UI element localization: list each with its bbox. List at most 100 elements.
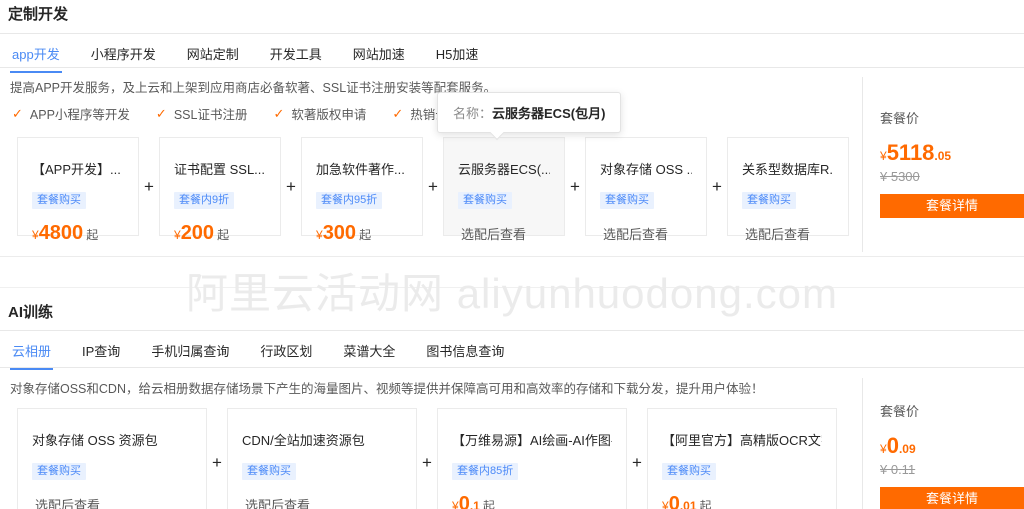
- product-card-ai-painting[interactable]: 【万维易源】AI绘画-AI作图-... 套餐内85折 ¥0.1 起: [437, 408, 627, 509]
- price-decimals: .1: [469, 499, 480, 509]
- product-card-oss[interactable]: 对象存储 OSS ... 套餐购买 选配后查看: [585, 137, 707, 242]
- tab-cloud-album[interactable]: 云相册: [10, 331, 54, 370]
- currency-symbol: ¥: [880, 149, 887, 163]
- card-price: 选配后查看: [600, 222, 692, 245]
- price-label: 套餐价: [880, 404, 920, 419]
- currency-symbol: ¥: [662, 499, 669, 509]
- card-price: ¥300 起: [316, 222, 408, 245]
- price-amount: 0: [886, 433, 899, 458]
- card-price: 选配后查看: [242, 493, 402, 509]
- product-card-oss-bundle[interactable]: 对象存储 OSS 资源包 套餐购买 选配后查看: [17, 408, 207, 509]
- price-amount: 0: [668, 493, 680, 509]
- divider: [0, 367, 1024, 368]
- card-title: 云服务器ECS(...: [458, 162, 550, 177]
- price-suffix: 起: [86, 228, 99, 243]
- plus-icon: +: [422, 453, 432, 472]
- product-card-ssl-cert[interactable]: 证书配置 SSL... 套餐内9折 ¥200 起: [159, 137, 281, 244]
- promo-badge: 套餐内9折: [174, 192, 235, 210]
- price-decimals: .01: [679, 499, 697, 509]
- price-suffix: 起: [359, 228, 372, 243]
- product-card-ecs[interactable]: 云服务器ECS(... 套餐购买 选配后查看: [443, 137, 565, 242]
- card-note: 选配后查看: [461, 227, 527, 243]
- section-title-custom-dev: 定制开发: [8, 6, 69, 23]
- card-title: 对象存储 OSS ...: [600, 162, 692, 177]
- card-price: ¥200 起: [174, 222, 266, 245]
- plus-icon: +: [144, 176, 154, 196]
- check-icon: ✓: [273, 105, 285, 121]
- promo-badge: 套餐购买: [242, 463, 296, 481]
- card-title: 证书配置 SSL...: [174, 162, 266, 177]
- card-title: 对象存储 OSS 资源包: [32, 433, 158, 448]
- feature-label: SSL证书注册: [173, 108, 248, 122]
- price-label: 套餐价: [880, 111, 920, 126]
- tooltip-label: 名称：: [453, 106, 493, 121]
- promo-badge: 套餐购买: [32, 192, 86, 210]
- tab-recipes[interactable]: 菜谱大全: [341, 331, 397, 370]
- check-icon: ✓: [12, 105, 23, 121]
- price-suffix: 起: [217, 228, 230, 243]
- plus-icon: +: [570, 176, 580, 196]
- plus-icon: +: [632, 453, 642, 472]
- card-price: 选配后查看: [32, 493, 192, 509]
- currency-symbol: ¥: [880, 442, 887, 456]
- divider: [862, 378, 863, 509]
- price-suffix: 起: [699, 499, 712, 509]
- card-title: 【万维易源】AI绘画-AI作图-...: [452, 433, 612, 448]
- divider: [0, 287, 1024, 288]
- price-panel-custom-dev: 套餐价 ¥5118.05 ¥ 5300 套餐详情: [880, 108, 1024, 218]
- product-card-cdn-bundle[interactable]: CDN/全站加速资源包 套餐购买 选配后查看: [227, 408, 417, 509]
- card-title: 加急软件著作...: [316, 162, 405, 177]
- currency-symbol: ¥: [174, 228, 181, 243]
- plus-icon: +: [286, 176, 296, 196]
- plus-icon: +: [212, 453, 222, 472]
- currency-symbol: ¥: [316, 228, 323, 243]
- original-price: ¥ 5300: [880, 169, 920, 184]
- currency-symbol: ¥: [32, 228, 39, 243]
- check-icon: ✓: [155, 105, 167, 121]
- tab-bar-ai-training: 云相册 IP查询 手机归属查询 行政区划 菜谱大全 图书信息查询: [10, 331, 506, 370]
- plus-icon: +: [428, 176, 438, 196]
- price-amount: 200: [180, 222, 215, 245]
- tab-admin-region[interactable]: 行政区划: [258, 331, 314, 370]
- price-suffix: 起: [482, 499, 495, 509]
- promo-badge: 套餐内85折: [452, 463, 519, 481]
- tab-phone-query[interactable]: 手机归属查询: [149, 331, 231, 370]
- card-note: 选配后查看: [35, 498, 101, 509]
- product-card-rds[interactable]: 关系型数据库R... 套餐购买 选配后查看: [727, 137, 849, 242]
- product-card-ocr[interactable]: 【阿里官方】高精版OCR文字... 套餐购买 ¥0.01起: [647, 408, 837, 509]
- card-price: ¥4800 起: [32, 222, 124, 245]
- currency-symbol: ¥: [452, 499, 459, 509]
- watermark: 阿里云活动网 aliyunhuodong.com: [186, 270, 838, 317]
- package-detail-button[interactable]: 套餐详情: [880, 487, 1024, 509]
- card-price: ¥0.01 起: [662, 493, 822, 509]
- promo-badge: 套餐内95折: [316, 192, 383, 210]
- promo-badge: 套餐购买: [742, 192, 796, 210]
- promo-badge: 套餐购买: [458, 192, 512, 210]
- price-panel-ai-training: 套餐价 ¥0.09 ¥ 0.11 套餐详情: [880, 401, 1024, 509]
- feature-label: APP小程序等开发: [29, 108, 130, 122]
- card-title: 【APP开发】...: [32, 162, 121, 177]
- card-title: 关系型数据库R...: [742, 162, 834, 177]
- divider: [0, 67, 1024, 68]
- product-card-app-dev[interactable]: 【APP开发】... 套餐购买 ¥4800 起: [17, 137, 139, 244]
- check-icon: ✓: [392, 105, 404, 121]
- tab-ip-query[interactable]: IP查询: [80, 331, 122, 370]
- card-note: 选配后查看: [245, 498, 311, 509]
- promo-badge: 套餐购买: [662, 463, 716, 481]
- promo-badge: 套餐购买: [32, 463, 86, 481]
- feature-label: 软著版权申请: [291, 108, 367, 122]
- package-price: ¥5118.05: [880, 140, 1024, 166]
- section-description: 提高APP开发服务，及上云和上架到应用商店必备软著、SSL证书注册安装等配套服务…: [10, 81, 497, 95]
- ecs-tooltip: 名称：云服务器ECS(包月): [437, 92, 622, 141]
- original-price: ¥ 0.11: [880, 462, 916, 477]
- section-title-ai-training: AI训练: [8, 304, 54, 321]
- tooltip-value: 云服务器ECS(包月): [492, 106, 606, 121]
- price-decimals: .05: [934, 149, 952, 163]
- price-amount: 0: [458, 493, 470, 509]
- section-description: 对象存储OSS和CDN，给云相册数据存储场景下产生的海量图片、视频等提供并保障高…: [10, 382, 764, 396]
- product-card-software-copyright[interactable]: 加急软件著作... 套餐内95折 ¥300 起: [301, 137, 423, 244]
- card-price: 选配后查看: [458, 222, 550, 245]
- package-price: ¥0.09: [880, 433, 1024, 459]
- tab-book-info[interactable]: 图书信息查询: [424, 331, 506, 370]
- package-detail-button[interactable]: 套餐详情: [880, 194, 1024, 218]
